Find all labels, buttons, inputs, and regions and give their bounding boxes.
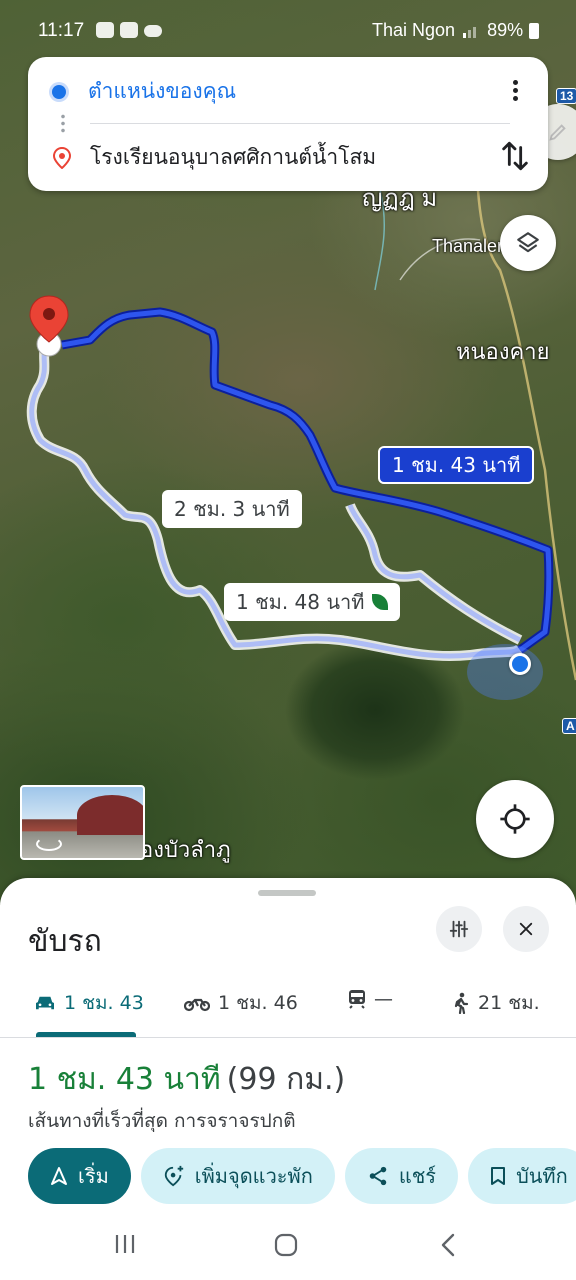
transit-icon xyxy=(349,990,365,1009)
eco-leaf-icon xyxy=(372,594,389,610)
map-label-nong-bua-lam-phu: องบัวลำภู xyxy=(140,837,231,862)
home-icon[interactable] xyxy=(273,1232,299,1258)
start-button-label: เริ่ม xyxy=(78,1164,109,1188)
tab-car[interactable]: 1 ชม. 43 xyxy=(34,988,144,1018)
my-location-button[interactable] xyxy=(476,780,554,858)
highway-a-shield: A xyxy=(562,718,576,734)
tab-transit-label: — xyxy=(374,988,393,1010)
route-distance: (99 กม.) xyxy=(226,1062,346,1097)
sheet-drag-handle[interactable] xyxy=(258,890,316,896)
close-button[interactable] xyxy=(503,906,549,952)
destination-field-label: โรงเรียนอนุบาลศศิกานต์น้ำโสม xyxy=(90,145,377,169)
travel-mode-tabs: 1 ชม. 43 1 ชม. 46 — 21 ชม. xyxy=(0,978,576,1038)
layers-icon xyxy=(517,232,539,253)
status-notification-icons xyxy=(96,22,162,38)
cloud-icon xyxy=(144,25,162,37)
action-chips: เริ่ม เพิ่มจุดแวะพัก แชร์ บันทึก xyxy=(28,1148,576,1204)
bookmark-icon xyxy=(491,1167,506,1185)
status-time: 11:17 xyxy=(38,20,85,41)
route-callout-alt-1-label: 2 ชม. 3 นาที xyxy=(174,497,290,521)
route-connector-dots xyxy=(61,113,65,135)
highway-13-shield: 13 xyxy=(556,88,576,104)
route-options-button[interactable] xyxy=(436,906,482,952)
motorcycle-icon xyxy=(184,998,210,1012)
add-place-icon xyxy=(164,1165,183,1187)
carrier-name: Thai Ngon xyxy=(372,20,456,40)
close-icon xyxy=(519,922,533,936)
building-roof xyxy=(77,795,143,835)
route-duration: 1 ชม. 43 นาที xyxy=(28,1062,221,1097)
route-callout-alt-2[interactable]: 1 ชม. 48 นาที xyxy=(224,583,401,621)
map-label-thanaleng: Thanalen xyxy=(432,236,508,256)
divider xyxy=(90,123,510,124)
route-description: เส้นทางที่เร็วที่สุด การจราจรปกติ xyxy=(28,1110,296,1132)
status-right: Thai Ngon 89% xyxy=(372,20,540,41)
save-button-label: บันทึก xyxy=(516,1164,568,1188)
route-input-card: ตำแหน่งของคุณ โรงเรียนอนุบาลศศิกานต์น้ำโ… xyxy=(28,57,548,191)
car-icon xyxy=(36,996,54,1010)
navigation-arrow-icon xyxy=(51,1167,67,1185)
sliders-icon xyxy=(449,920,469,938)
recent-apps-icon[interactable] xyxy=(112,1232,138,1256)
swap-icon[interactable] xyxy=(498,139,532,173)
tab-walk-label: 21 ชม. xyxy=(478,992,540,1014)
origin-field[interactable]: ตำแหน่งของคุณ xyxy=(52,75,236,108)
share-button[interactable]: แชร์ xyxy=(344,1148,459,1204)
sheet-title: ขับรถ xyxy=(28,924,102,959)
destination-pin-outline-icon xyxy=(52,146,72,169)
street-view-thumbnail[interactable] xyxy=(20,785,145,860)
destination-pin-icon[interactable] xyxy=(28,294,70,360)
tab-motorcycle[interactable]: 1 ชม. 46 xyxy=(184,988,298,1018)
map-label-nong-khai: หนองคาย xyxy=(456,339,550,364)
line-icon xyxy=(96,22,114,38)
system-nav-bar xyxy=(0,1210,576,1280)
share-icon xyxy=(369,1166,387,1186)
destination-field[interactable]: โรงเรียนอนุบาลศศิกานต์น้ำโสม xyxy=(52,141,376,174)
current-location-dot xyxy=(509,653,531,675)
more-options-button[interactable] xyxy=(503,75,527,105)
origin-dot-icon xyxy=(52,84,66,99)
tab-walk[interactable]: 21 ชม. xyxy=(452,988,540,1018)
route-callout-alt-2-label: 1 ชม. 48 นาที xyxy=(236,590,365,614)
image-icon xyxy=(120,22,138,38)
back-icon[interactable] xyxy=(437,1232,461,1258)
add-stop-button[interactable]: เพิ่มจุดแวะพัก xyxy=(140,1148,335,1204)
crosshair-icon xyxy=(500,804,530,834)
save-button[interactable]: บันทึก xyxy=(468,1148,576,1204)
route-callout-main-label: 1 ชม. 43 นาที xyxy=(392,453,521,477)
route-summary: 1 ชม. 43 นาที (99 กม.) xyxy=(28,1056,345,1103)
status-bar: 11:17 Thai Ngon 89% xyxy=(0,0,576,60)
layers-button[interactable] xyxy=(500,215,556,271)
pencil-icon xyxy=(549,124,566,141)
active-tab-indicator xyxy=(36,1032,136,1037)
battery-percent: 89% xyxy=(487,20,524,40)
battery-icon xyxy=(529,22,540,39)
share-button-label: แชร์ xyxy=(398,1164,437,1188)
street-view-rotate-icon xyxy=(36,837,62,851)
add-stop-button-label: เพิ่มจุดแวะพัก xyxy=(194,1164,313,1188)
origin-field-label: ตำแหน่งของคุณ xyxy=(88,79,237,103)
map-view[interactable]: ญฏฎ ม Thanalen หนองคาย องบัวลำภู 13 A 1 … xyxy=(0,0,576,905)
route-callout-alt-1[interactable]: 2 ชม. 3 นาที xyxy=(162,490,302,528)
signal-icon xyxy=(463,26,477,38)
tab-transit[interactable]: — xyxy=(348,988,393,1010)
start-button[interactable]: เริ่ม xyxy=(28,1148,131,1204)
tab-car-label: 1 ชม. 43 xyxy=(64,992,144,1014)
route-callout-main[interactable]: 1 ชม. 43 นาที xyxy=(378,446,535,484)
walk-icon xyxy=(454,992,469,1014)
tab-motorcycle-label: 1 ชม. 46 xyxy=(218,992,298,1014)
